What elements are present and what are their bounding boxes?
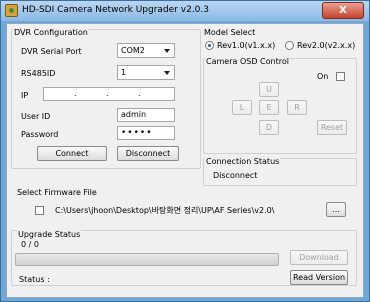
- model-rev2-label: Rev2.0(v2.x.x): [297, 41, 356, 50]
- read-version-button[interactable]: Read Version: [290, 270, 348, 285]
- connection-status-value: Disconnect: [213, 171, 258, 180]
- osd-left-button[interactable]: L: [232, 100, 252, 115]
- model-select-label: Model Select: [204, 28, 256, 37]
- password-label: Password: [21, 130, 59, 139]
- rs485-label: RS485ID: [21, 69, 56, 78]
- serial-port-combo[interactable]: COM2: [117, 43, 175, 58]
- osd-up-button[interactable]: U: [259, 82, 279, 97]
- dvr-config-legend: DVR Configuration: [13, 28, 89, 37]
- status-label: Status :: [19, 275, 50, 284]
- upgrade-status-legend: Upgrade Status: [17, 230, 82, 239]
- app-icon: [5, 4, 18, 17]
- user-id-input[interactable]: admin: [117, 108, 175, 122]
- window-title: HD-SDI Camera Network Upgrader v2.0.3: [22, 5, 209, 15]
- password-input[interactable]: •••••: [117, 126, 175, 140]
- ip-address-input[interactable]: . . .: [43, 87, 175, 101]
- serial-port-label: DVR Serial Port: [21, 47, 82, 56]
- osd-down-button[interactable]: D: [259, 120, 279, 135]
- osd-control-legend: Camera OSD Control: [205, 57, 290, 66]
- upgrade-counter: 0 / 0: [21, 240, 39, 249]
- disconnect-button[interactable]: Disconnect: [117, 146, 179, 161]
- upgrade-progress-bar: [15, 253, 279, 266]
- ip-label: IP: [21, 91, 29, 100]
- model-rev2-radio[interactable]: [285, 41, 294, 50]
- osd-control-group: [203, 58, 357, 154]
- chevron-down-icon: [164, 71, 170, 75]
- osd-on-label: On: [317, 72, 329, 81]
- user-id-label: User ID: [21, 112, 51, 121]
- download-button[interactable]: Download: [290, 250, 348, 265]
- firmware-path: C:\Users\jhoon\Desktop\바탕화면 정리\UP\AF Ser…: [55, 206, 275, 215]
- connection-status-legend: Connection Status: [205, 157, 281, 166]
- rs485-combo[interactable]: 1: [117, 65, 175, 80]
- model-rev1-label: Rev1.0(v1.x.x): [217, 41, 276, 50]
- rs485-value: 1: [121, 68, 127, 77]
- model-rev1-radio[interactable]: [205, 41, 214, 50]
- osd-enter-button[interactable]: E: [259, 100, 279, 115]
- firmware-legend: Select Firmware File: [17, 188, 97, 197]
- ip-separator: .: [74, 89, 77, 98]
- osd-right-button[interactable]: R: [287, 100, 307, 115]
- ip-separator: .: [106, 89, 109, 98]
- close-button[interactable]: X: [322, 2, 364, 19]
- client-area: DVR Configuration DVR Serial Port COM2 R…: [6, 23, 364, 298]
- connect-button[interactable]: Connect: [37, 146, 107, 161]
- osd-on-checkbox[interactable]: [336, 72, 345, 81]
- chevron-down-icon: [164, 49, 170, 53]
- browse-button[interactable]: ...: [326, 202, 346, 217]
- ip-separator: .: [138, 89, 141, 98]
- app-window: HD-SDI Camera Network Upgrader v2.0.3 X …: [0, 0, 370, 302]
- title-bar[interactable]: HD-SDI Camera Network Upgrader v2.0.3 X: [1, 1, 369, 21]
- osd-reset-button[interactable]: Reset: [317, 120, 347, 135]
- firmware-checkbox[interactable]: [35, 206, 44, 215]
- serial-port-value: COM2: [121, 46, 145, 55]
